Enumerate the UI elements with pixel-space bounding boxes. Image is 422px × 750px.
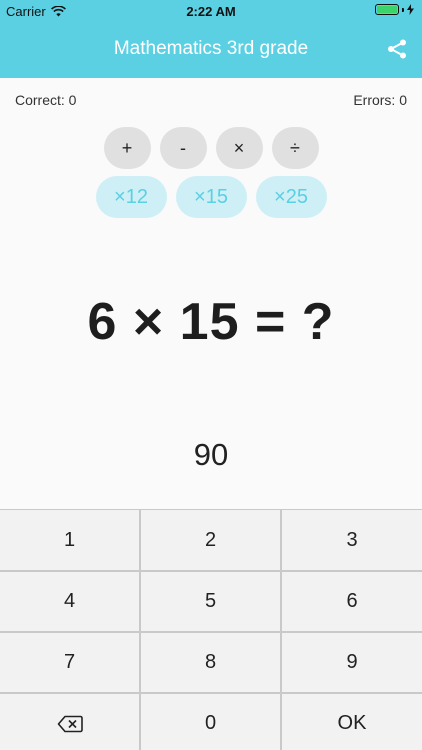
key-6[interactable]: 6: [282, 572, 422, 631]
charging-icon: [407, 4, 414, 15]
key-3[interactable]: 3: [282, 510, 422, 570]
multiplier-12-button[interactable]: ×12: [95, 176, 167, 218]
score-row: Correct: 0 Errors: 0: [15, 92, 407, 108]
key-7[interactable]: 7: [0, 633, 139, 692]
battery-icon: [375, 4, 399, 15]
status-right: [375, 4, 414, 15]
multiplier-15-button[interactable]: ×15: [175, 176, 247, 218]
answer-display: 90: [193, 437, 229, 472]
backspace-icon: [57, 715, 83, 732]
multiply-operation-button[interactable]: ×: [215, 127, 263, 169]
key-2[interactable]: 2: [141, 510, 280, 570]
ok-key[interactable]: OK: [282, 694, 422, 750]
key-5[interactable]: 5: [141, 572, 280, 631]
question-text: 6 × 15 = ?: [87, 293, 335, 351]
battery-nub: [402, 7, 404, 12]
status-time: 2:22 AM: [186, 4, 236, 19]
page-title: Mathematics 3rd grade: [113, 38, 309, 59]
app-header: Carrier 2:22 AM Mathematics 3rd grade: [0, 0, 422, 78]
status-bar: Carrier 2:22 AM: [0, 0, 422, 22]
add-operation-button[interactable]: +: [103, 127, 151, 169]
correct-count: Correct: 0: [15, 92, 77, 108]
key-8[interactable]: 8: [141, 633, 280, 692]
share-icon[interactable]: [386, 38, 408, 60]
multiplier-selector: ×12 ×15 ×25: [0, 176, 422, 218]
key-9[interactable]: 9: [282, 633, 422, 692]
key-0[interactable]: 0: [141, 694, 280, 750]
operation-selector: + - × ÷: [0, 127, 422, 169]
error-count: Errors: 0: [353, 92, 407, 108]
number-keypad: 1 2 3 4 5 6 7 8 9 0 OK: [0, 509, 422, 750]
subtract-operation-button[interactable]: -: [159, 127, 207, 169]
key-1[interactable]: 1: [0, 510, 139, 570]
divide-operation-button[interactable]: ÷: [271, 127, 319, 169]
key-4[interactable]: 4: [0, 572, 139, 631]
multiplier-25-button[interactable]: ×25: [255, 176, 327, 218]
backspace-key[interactable]: [0, 694, 139, 750]
